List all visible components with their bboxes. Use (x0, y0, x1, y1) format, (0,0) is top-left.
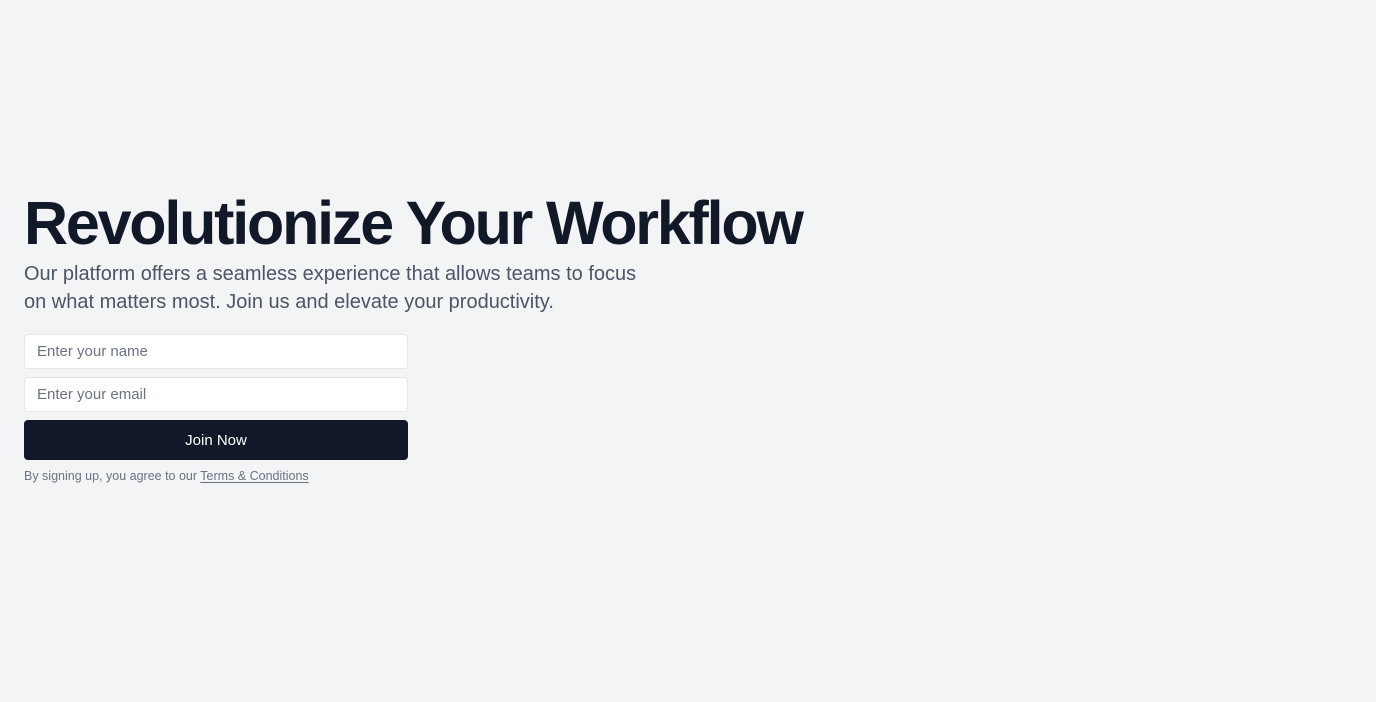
page-title: Revolutionize Your Workflow (24, 189, 804, 257)
hero-section: Revolutionize Your Workflow Our platform… (24, 190, 1124, 484)
terms-link[interactable]: Terms & Conditions (200, 469, 308, 483)
join-now-button[interactable]: Join Now (24, 420, 408, 460)
terms-notice: By signing up, you agree to our Terms & … (24, 468, 408, 484)
email-field[interactable] (24, 377, 408, 412)
terms-notice-text: By signing up, you agree to our (24, 469, 198, 483)
name-field[interactable] (24, 334, 408, 369)
hero-subtitle: Our platform offers a seamless experienc… (24, 263, 637, 313)
signup-form: Join Now By signing up, you agree to our… (24, 334, 408, 484)
